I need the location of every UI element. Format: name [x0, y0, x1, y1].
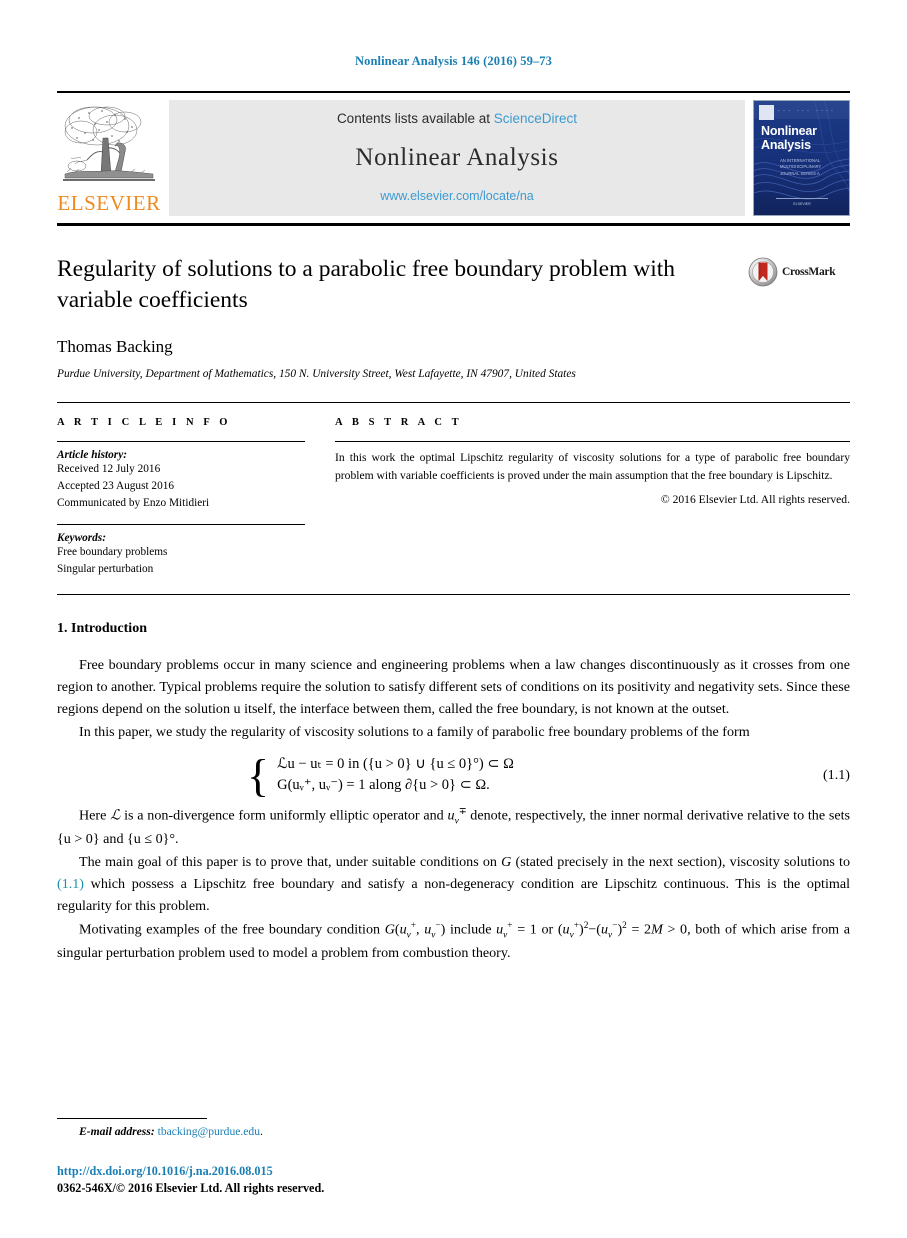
paragraph-intro-5: Motivating examples of the free boundary… [57, 920, 850, 961]
article-info-rule [57, 441, 305, 443]
info-abstract-row: A R T I C L E I N F O Article history: R… [57, 403, 850, 578]
masthead-center-panel: Contents lists available at ScienceDirec… [169, 100, 745, 216]
keyword-item: Singular perturbation [57, 563, 154, 576]
par4-part-c: which possess a Lipschitz free boundary … [57, 875, 850, 914]
par3-part-a: Here [79, 807, 111, 824]
equation-brace: { [247, 749, 270, 801]
contents-available-line: Contents lists available at ScienceDirec… [337, 111, 577, 126]
footnote-rule [57, 1118, 207, 1119]
journal-title: Nonlinear Analysis [355, 143, 559, 171]
equation-content: { ℒu − uₜ = 0 in ({u > 0} ∪ {u ≤ 0}°) ⊂ … [247, 749, 790, 801]
par5-part-a: Motivating examples of the free boundary… [79, 921, 385, 938]
elsevier-tree-icon [57, 100, 161, 192]
par5-part-b: include [445, 921, 497, 938]
article-history-heading: Article history: [57, 449, 127, 462]
abstract-rule [335, 441, 850, 443]
journal-masthead: ELSEVIER Contents lists available at Sci… [57, 91, 850, 216]
cover-title-line-2: Analysis [761, 137, 811, 152]
article-body: 1. Introduction Free boundary problems o… [57, 621, 850, 965]
keywords-rule [57, 524, 305, 526]
email-address-label: E-mail address: [79, 1125, 155, 1138]
paragraph-intro-2: In this paper, we study the regularity o… [79, 723, 750, 740]
keywords-heading: Keywords: [57, 532, 106, 545]
G-of-u-symbol: G [384, 921, 395, 938]
section-heading-introduction: 1. Introduction [57, 620, 147, 636]
function-G-symbol: G [501, 853, 512, 870]
par4-part-b: (stated precisely in the next section), … [511, 853, 851, 870]
paragraph-intro-1: Free boundary problems occur in many sci… [57, 656, 850, 717]
article-info-column: A R T I C L E I N F O Article history: R… [57, 417, 305, 578]
journal-homepage-link[interactable]: www.elsevier.com/locate/na [380, 189, 534, 203]
par4-part-a: The main goal of this paper is to prove … [79, 853, 502, 870]
cover-publisher-mark: ELSEVIER [776, 198, 828, 206]
tree-engraving-icon [57, 100, 161, 192]
equation-line-1: ℒu − uₜ = 0 in ({u > 0} ∪ {u ≤ 0}°) ⊂ Ω [277, 756, 514, 773]
info-section-bottom-rule [57, 593, 850, 595]
paragraph-intro-3: Here ℒ is a non-divergence form uniforml… [57, 805, 850, 851]
elsevier-wordmark: ELSEVIER [57, 191, 161, 215]
doi-link[interactable]: http://dx.doi.org/10.1016/j.na.2016.08.0… [57, 1164, 850, 1179]
abstract-copyright: © 2016 Elsevier Ltd. All rights reserved… [660, 493, 850, 507]
email-address-link[interactable]: tbacking@purdue.edu [158, 1125, 260, 1138]
par3-part-b: is a non-divergence form uniformly ellip… [120, 807, 448, 824]
equation-lines: ℒu − uₜ = 0 in ({u > 0} ∪ {u ≤ 0}°) ⊂ Ω … [277, 756, 514, 794]
cover-elsevier-badge-icon [759, 105, 774, 120]
crossmark-badge[interactable]: CrossMark [748, 256, 850, 288]
cover-journal-title: Nonlinear Analysis [761, 124, 817, 152]
email-period: . [260, 1125, 263, 1138]
title-block: CrossMark Regularity of solutions to a p… [57, 254, 850, 382]
cover-title-line-1: Nonlinear [761, 124, 817, 138]
sciencedirect-link[interactable]: ScienceDirect [494, 111, 577, 126]
crossmark-icon [748, 257, 778, 287]
paper-page: Nonlinear Analysis 146 (2016) 59–73 ELSE… [0, 0, 907, 1238]
author-name: Thomas Backing [57, 337, 173, 357]
equation-1-1: { ℒu − uₜ = 0 in ({u > 0} ∪ {u ≤ 0}°) ⊂ … [57, 749, 850, 801]
article-history-communicated: Communicated by Enzo Mitidieri [57, 496, 210, 509]
author-affiliation: Purdue University, Department of Mathema… [57, 368, 576, 381]
pm-superscript: ∓ [458, 806, 467, 817]
contents-prefix-text: Contents lists available at [336, 111, 494, 126]
paragraph-intro-4: The main goal of this paper is to prove … [57, 852, 850, 918]
journal-cover-thumbnail: ___ ___ ____ Nonlinear Analysis AN INTER… [753, 100, 850, 216]
cover-header-rules: ___ ___ ____ [778, 107, 836, 111]
equation-reference-link[interactable]: (1.1) [57, 876, 84, 892]
abstract-heading: A B S T R A C T [335, 417, 463, 429]
page-footer: E-mail address: tbacking@purdue.edu. htt… [57, 1118, 850, 1196]
equation-line-2: G(uᵥ⁺, uᵥ⁻) = 1 along ∂{u > 0} ⊂ Ω. [277, 777, 490, 794]
issn-copyright-line: 0362-546X/© 2016 Elsevier Ltd. All right… [57, 1181, 325, 1195]
elsevier-logo: ELSEVIER [57, 100, 161, 214]
cover-subtitle: AN INTERNATIONAL MULTIDISCIPLINARY JOURNAL… [780, 158, 822, 176]
equation-number: (1.1) [822, 766, 850, 783]
abstract-text: In this work the optimal Lipschitz regul… [335, 451, 850, 482]
crossmark-label: CrossMark [782, 266, 836, 278]
article-history-accepted: Accepted 23 August 2016 [57, 480, 175, 492]
running-head: Nonlinear Analysis 146 (2016) 59–73 [354, 54, 553, 68]
corresponding-email-line: E-mail address: tbacking@purdue.edu. [57, 1125, 850, 1138]
nu-subscript: ν [454, 816, 459, 827]
masthead-bottom-rule [57, 223, 850, 226]
keyword-item: Free boundary problems [57, 546, 168, 559]
page-title: Regularity of solutions to a parabolic f… [57, 256, 676, 313]
abstract-column: A B S T R A C T In this work the optimal… [335, 417, 850, 578]
u-nu-pm-symbol: u [447, 807, 455, 824]
article-info-heading: A R T I C L E I N F O [57, 417, 232, 429]
operator-L-symbol: ℒ [110, 807, 121, 824]
article-history-received: Received 12 July 2016 [57, 463, 161, 476]
